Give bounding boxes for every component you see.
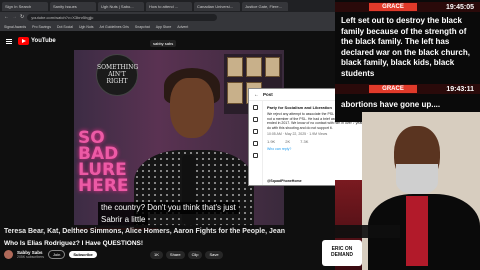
- profile-icon[interactable]: [253, 153, 258, 158]
- save-button[interactable]: Save: [205, 251, 223, 259]
- address-bar-row: ← → ↻ youtube.com/watch?v=X3bnr5hgjjc: [0, 12, 335, 22]
- bookmark-item[interactable]: Pro Savings: [32, 25, 51, 29]
- donor-ticker: Teresa Bear, Kat, Deltheo Simmons, Alice…: [0, 225, 400, 238]
- chat-username: GRACE: [369, 85, 417, 93]
- guest-camera: [362, 112, 480, 270]
- chat-panel-header: GRACE 19:45:05: [335, 2, 480, 12]
- join-button[interactable]: Join: [48, 250, 66, 259]
- host-face: [170, 78, 214, 138]
- channel-row: Sabby Sabs 205K subscribers Join Subscri…: [4, 250, 97, 259]
- caption-line: the country? Don't you think that's just: [98, 202, 239, 214]
- menu-icon[interactable]: [6, 38, 12, 44]
- bookmark-item[interactable]: Ugh Nuts: [79, 25, 94, 29]
- bookmark-item[interactable]: Dot Social: [57, 25, 73, 29]
- channel-watermark: sabby sabs: [150, 40, 177, 47]
- chat-panel: GRACE 19:45:05 Left set out to destroy t…: [335, 0, 480, 82]
- bookmark-item[interactable]: Advent: [177, 25, 188, 29]
- guest-beard: [396, 164, 438, 194]
- ticker-text: Teresa Bear, Kat, Deltheo Simmons, Alice…: [4, 228, 285, 235]
- subscriber-count: 205K subscribers: [17, 255, 45, 259]
- url-input[interactable]: youtube.com/watch?v=X3bnr5hgjjc: [27, 13, 218, 21]
- back-icon[interactable]: ←: [4, 14, 9, 20]
- bookmark-item[interactable]: Art Guidelines Gris: [100, 25, 129, 29]
- reload-icon[interactable]: ↻: [20, 14, 24, 20]
- chat-message: Left set out to destroy the black family…: [341, 16, 470, 78]
- screen: Sign In Search Sanity Issues Ugh Nuts | …: [0, 0, 480, 270]
- bookmarks-bar: Signal Awards Pro Savings Dot Social Ugh…: [0, 22, 335, 31]
- like-button[interactable]: 1K: [150, 251, 163, 259]
- bookmark-item[interactable]: Snapchat: [135, 25, 150, 29]
- bookmark-item[interactable]: App Store: [156, 25, 172, 29]
- bookmark-item[interactable]: Signal Awards: [4, 25, 26, 29]
- search-icon[interactable]: [253, 117, 258, 122]
- video-title: Who Is Elias Rodriguez? I Have QUESTIONS…: [4, 240, 144, 247]
- subscribe-button[interactable]: Subscribe: [69, 251, 97, 258]
- home-icon[interactable]: [253, 105, 258, 110]
- avatar[interactable]: [4, 250, 13, 259]
- clip-button[interactable]: Clip: [187, 251, 203, 259]
- chat-timestamp: 19:43:11: [446, 85, 474, 93]
- chat-username: GRACE: [369, 3, 417, 11]
- tweet-footer-handle: @SquadPhoneHome: [267, 179, 302, 183]
- tweet-header-title: Post: [263, 92, 273, 97]
- browser-tab[interactable]: How to attend ...: [146, 1, 192, 11]
- youtube-logo-icon[interactable]: [18, 37, 29, 45]
- browser-tab[interactable]: Canadian Universi...: [194, 1, 240, 11]
- forward-icon[interactable]: →: [12, 14, 17, 20]
- video-actions: 1K Share Clip Save: [150, 251, 223, 259]
- browser-tab[interactable]: Ugh Nuts | Sabo...: [98, 1, 144, 11]
- bell-icon[interactable]: [253, 129, 258, 134]
- youtube-wordmark[interactable]: YouTube: [31, 38, 56, 44]
- like-count[interactable]: 2K: [285, 139, 290, 144]
- back-arrow-icon[interactable]: ←: [254, 92, 259, 98]
- browser-tab[interactable]: Justice Gate, Flere...: [242, 1, 288, 11]
- mail-icon[interactable]: [253, 141, 258, 146]
- retweet-count[interactable]: 1.9K: [267, 139, 275, 144]
- wall-sign: SOMETHING AIN'T RIGHT: [96, 54, 138, 96]
- chat-timestamp: 19:45:05: [445, 3, 474, 11]
- microphone-icon: [182, 155, 196, 225]
- chat-panel-header: GRACE 19:43:11: [335, 84, 480, 94]
- show-logo: ERIC ON DEMAND: [322, 240, 362, 266]
- browser-tab[interactable]: Sign In Search: [2, 1, 48, 11]
- chat-message: abortions have gone up....: [341, 100, 441, 109]
- bookmark-count[interactable]: 7.3K: [300, 139, 308, 144]
- browser-tab-bar: Sign In Search Sanity Issues Ugh Nuts | …: [0, 0, 335, 12]
- browser-tab[interactable]: Sanity Issues: [50, 1, 96, 11]
- tweet-sidebar: [249, 101, 263, 185]
- share-button[interactable]: Share: [165, 251, 185, 259]
